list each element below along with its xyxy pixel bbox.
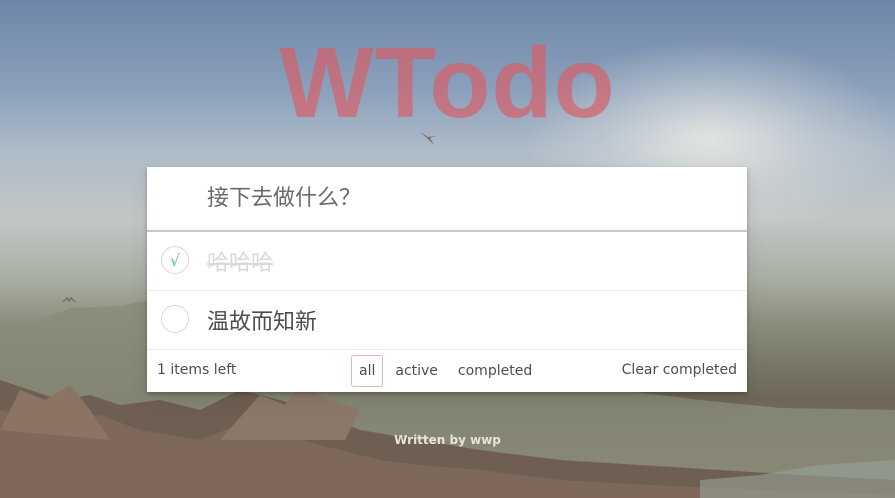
filter-tabs: all active completed <box>351 355 544 387</box>
todo-item[interactable]: √ 哈哈哈 <box>147 232 747 291</box>
app-title: WTodo <box>279 27 616 139</box>
todo-app: √ 哈哈哈 温故而知新 1 items left all active comp… <box>147 167 747 392</box>
credit-text: Written by wwp <box>394 433 501 447</box>
todo-toggle[interactable]: √ <box>161 246 189 274</box>
filter-completed[interactable]: completed <box>450 355 540 387</box>
todo-footer: 1 items left all active completed Clear … <box>147 350 747 392</box>
items-left-count: 1 items left <box>157 362 237 378</box>
filter-all[interactable]: all <box>351 355 384 387</box>
checkmark-icon: √ <box>169 250 181 270</box>
bird-icon <box>62 297 76 303</box>
todo-label[interactable]: 温故而知新 <box>207 304 317 336</box>
clear-completed-button[interactable]: Clear completed <box>622 362 737 378</box>
todo-label[interactable]: 哈哈哈 <box>207 245 273 277</box>
filter-active[interactable]: active <box>387 355 446 387</box>
new-todo-input[interactable] <box>147 167 747 230</box>
todo-item[interactable]: 温故而知新 <box>147 291 747 350</box>
todo-toggle[interactable] <box>161 305 189 333</box>
